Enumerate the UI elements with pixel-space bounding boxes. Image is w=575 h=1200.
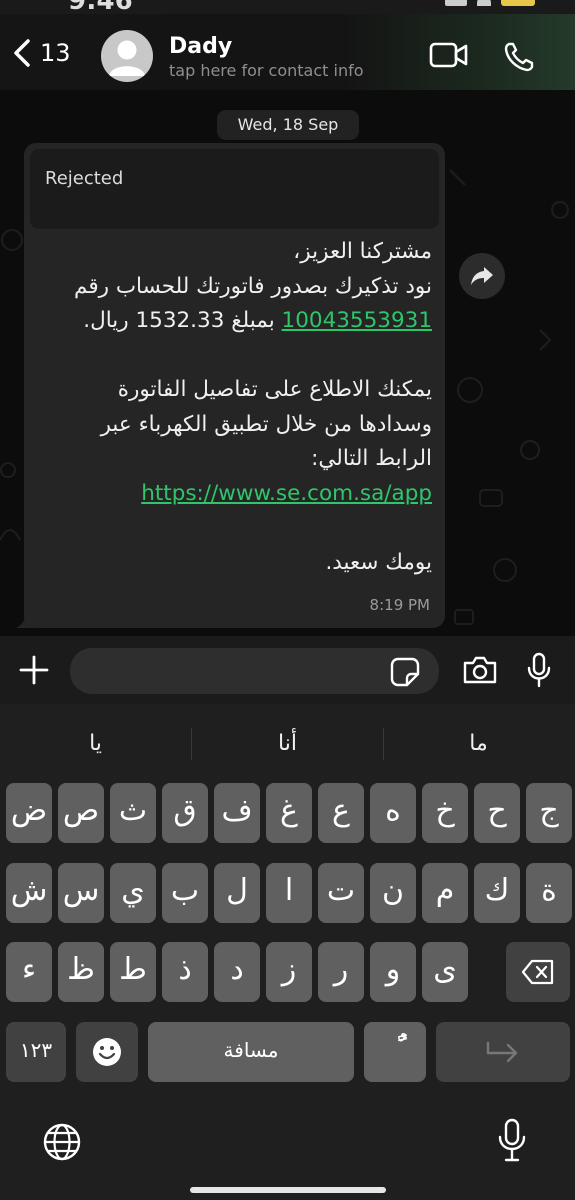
- key[interactable]: ر: [318, 942, 364, 1002]
- emoji-key[interactable]: [76, 1022, 138, 1082]
- suggestion[interactable]: يا: [0, 704, 191, 784]
- key[interactable]: د: [214, 942, 260, 1002]
- avatar[interactable]: [101, 30, 153, 82]
- message-bubble[interactable]: Rejected مشتركنا العزيز، نود تذكيرك بصدو…: [24, 143, 445, 628]
- key[interactable]: س: [58, 863, 104, 923]
- account-number-link[interactable]: 10043553931: [282, 308, 432, 333]
- key[interactable]: ك: [474, 863, 520, 923]
- key[interactable]: ق: [162, 783, 208, 843]
- message-text: مشتركنا العزيز، نود تذكيرك بصدور فاتورتك…: [37, 235, 432, 580]
- key[interactable]: م: [422, 863, 468, 923]
- url-link[interactable]: https://www.se.com.sa/app: [141, 481, 432, 506]
- globe-icon[interactable]: [42, 1122, 82, 1162]
- key[interactable]: و: [370, 942, 416, 1002]
- message-input[interactable]: [70, 648, 439, 694]
- delete-key[interactable]: [506, 942, 570, 1002]
- key[interactable]: ج: [526, 783, 572, 843]
- key[interactable]: غ: [266, 783, 312, 843]
- key[interactable]: ز: [266, 942, 312, 1002]
- key[interactable]: ث: [110, 783, 156, 843]
- key[interactable]: ا: [266, 863, 312, 923]
- key[interactable]: ة: [526, 863, 572, 923]
- divider: [191, 728, 192, 760]
- diacritic-key[interactable]: ًٌ: [364, 1022, 426, 1082]
- back-button[interactable]: 13: [12, 38, 71, 68]
- forward-icon: [471, 267, 493, 285]
- key[interactable]: ت: [318, 863, 364, 923]
- amount-text: بمبلغ 1532.33 ريال.: [83, 308, 282, 333]
- status-bar: 9:46: [0, 0, 575, 16]
- microphone-icon[interactable]: [526, 652, 552, 688]
- message-line: مشتركنا العزيز،: [293, 239, 432, 264]
- home-indicator: [190, 1187, 386, 1193]
- space-key[interactable]: مسافة: [148, 1022, 354, 1082]
- unread-count: 13: [40, 39, 71, 67]
- key[interactable]: ح: [474, 783, 520, 843]
- video-camera-icon[interactable]: [429, 42, 469, 68]
- key[interactable]: ذ: [162, 942, 208, 1002]
- message-line: 10043553931 بمبلغ 1532.33 ريال.: [37, 304, 432, 339]
- key[interactable]: ه: [370, 783, 416, 843]
- message-line: يمكنك الاطلاع على تفاصيل الفاتورة: [117, 377, 432, 402]
- dictation-mic-icon[interactable]: [497, 1117, 527, 1163]
- suggestion[interactable]: أنا: [192, 704, 383, 784]
- phone-icon[interactable]: [502, 40, 536, 74]
- status-icons: [445, 0, 535, 6]
- battery-icon: [501, 0, 535, 6]
- key[interactable]: ى: [422, 942, 468, 1002]
- camera-icon[interactable]: [462, 655, 498, 685]
- numbers-key[interactable]: ١٢٣: [6, 1022, 66, 1082]
- divider: [383, 728, 384, 760]
- message-time: 8:19 PM: [369, 596, 430, 614]
- key[interactable]: ء: [6, 942, 52, 1002]
- composer: [0, 636, 575, 704]
- key[interactable]: خ: [422, 783, 468, 843]
- forward-button[interactable]: [459, 253, 505, 299]
- wifi-icon: [477, 0, 491, 6]
- smiley-icon: [93, 1038, 121, 1066]
- key[interactable]: ي: [110, 863, 156, 923]
- key[interactable]: ظ: [58, 942, 104, 1002]
- chevron-left-icon: [14, 39, 30, 67]
- contact-name[interactable]: Dady: [169, 34, 232, 59]
- contact-subtitle[interactable]: tap here for contact info: [169, 61, 364, 80]
- person-icon: [109, 40, 145, 76]
- return-key[interactable]: [436, 1022, 570, 1082]
- date-separator: Wed, 18 Sep: [217, 110, 359, 140]
- keyboard: ما أنا يا ج ح خ ه ع غ ف ق ث ص ض ة ك م ن …: [0, 704, 575, 1200]
- key[interactable]: ل: [214, 863, 260, 923]
- key[interactable]: ن: [370, 863, 416, 923]
- key[interactable]: ع: [318, 783, 364, 843]
- key[interactable]: ف: [214, 783, 260, 843]
- key[interactable]: ط: [110, 942, 156, 1002]
- signal-icon: [445, 0, 467, 6]
- chat-area[interactable]: Wed, 18 Sep Rejected مشتركنا العزيز، نود…: [0, 90, 575, 636]
- sticker-icon[interactable]: [390, 657, 420, 687]
- message-line: الرابط التالي:: [311, 446, 432, 471]
- chat-header: 13 Dady tap here for contact info: [0, 14, 575, 90]
- message-line: وسدادها من خلال تطبيق الكهرباء عبر: [100, 411, 432, 437]
- message-line: يومك سعيد.: [325, 549, 432, 575]
- plus-icon[interactable]: [18, 654, 50, 686]
- suggestion[interactable]: ما: [383, 704, 574, 784]
- message-line: https://www.se.com.sa/app: [37, 477, 432, 512]
- message-line: نود تذكيرك بصدور فاتورتك للحساب رقم: [74, 273, 432, 299]
- key[interactable]: ص: [58, 783, 104, 843]
- backspace-icon: [521, 959, 554, 985]
- quoted-text: Rejected: [45, 168, 124, 189]
- key[interactable]: ش: [6, 863, 52, 923]
- return-icon: [486, 1041, 518, 1063]
- key[interactable]: ض: [6, 783, 52, 843]
- key[interactable]: ب: [162, 863, 208, 923]
- quoted-reply[interactable]: Rejected: [30, 149, 439, 229]
